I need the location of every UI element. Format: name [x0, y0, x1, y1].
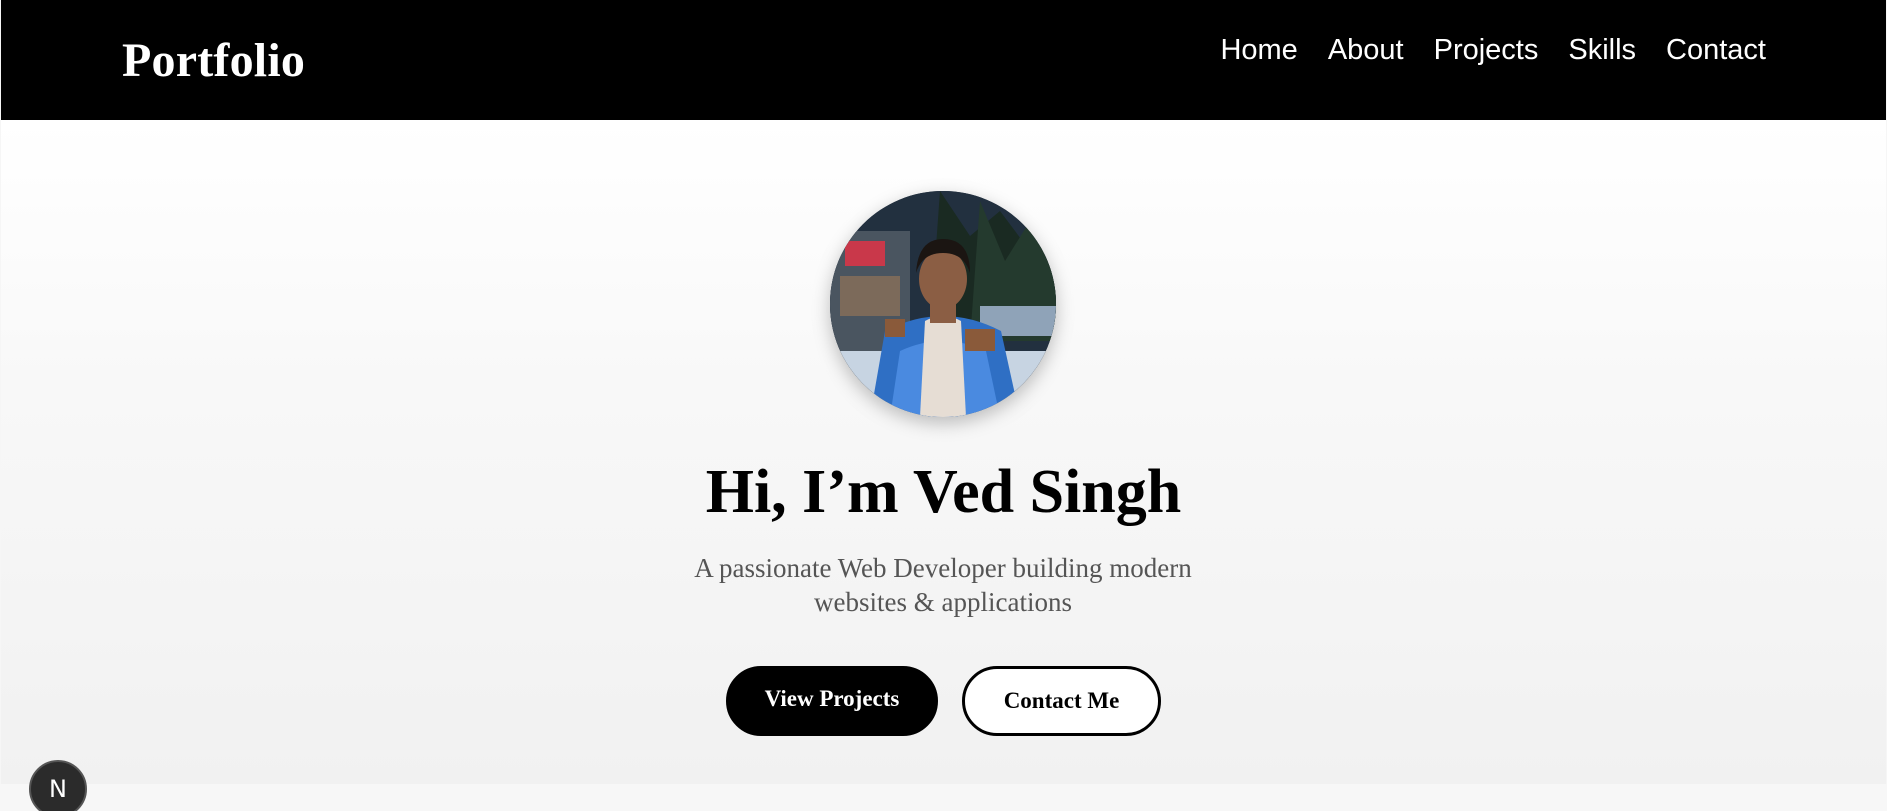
profile-photo	[830, 191, 1056, 417]
nav-link-about[interactable]: About	[1328, 34, 1404, 66]
nav-link-contact[interactable]: Contact	[1666, 34, 1766, 66]
view-projects-button[interactable]: View Projects	[726, 666, 938, 736]
nav-link-home[interactable]: Home	[1220, 34, 1297, 66]
nav-link-skills[interactable]: Skills	[1568, 34, 1636, 66]
profile-photo-icon	[830, 191, 1056, 417]
next-section-edge	[0, 784, 1887, 811]
nextjs-icon: N	[49, 775, 67, 803]
navbar: Portfolio Home About Projects Skills Con…	[1, 0, 1886, 120]
hero-subtitle: A passionate Web Developer building mode…	[694, 553, 1192, 617]
brand-logo[interactable]: Portfolio	[122, 33, 305, 88]
hero-title: Hi, I’m Ved Singh	[705, 458, 1182, 526]
nextjs-dev-badge[interactable]: N	[29, 760, 87, 811]
nav-links: Home About Projects Skills Contact	[1220, 34, 1766, 67]
contact-me-button[interactable]: Contact Me	[962, 666, 1161, 736]
nav-link-projects[interactable]: Projects	[1434, 34, 1539, 66]
